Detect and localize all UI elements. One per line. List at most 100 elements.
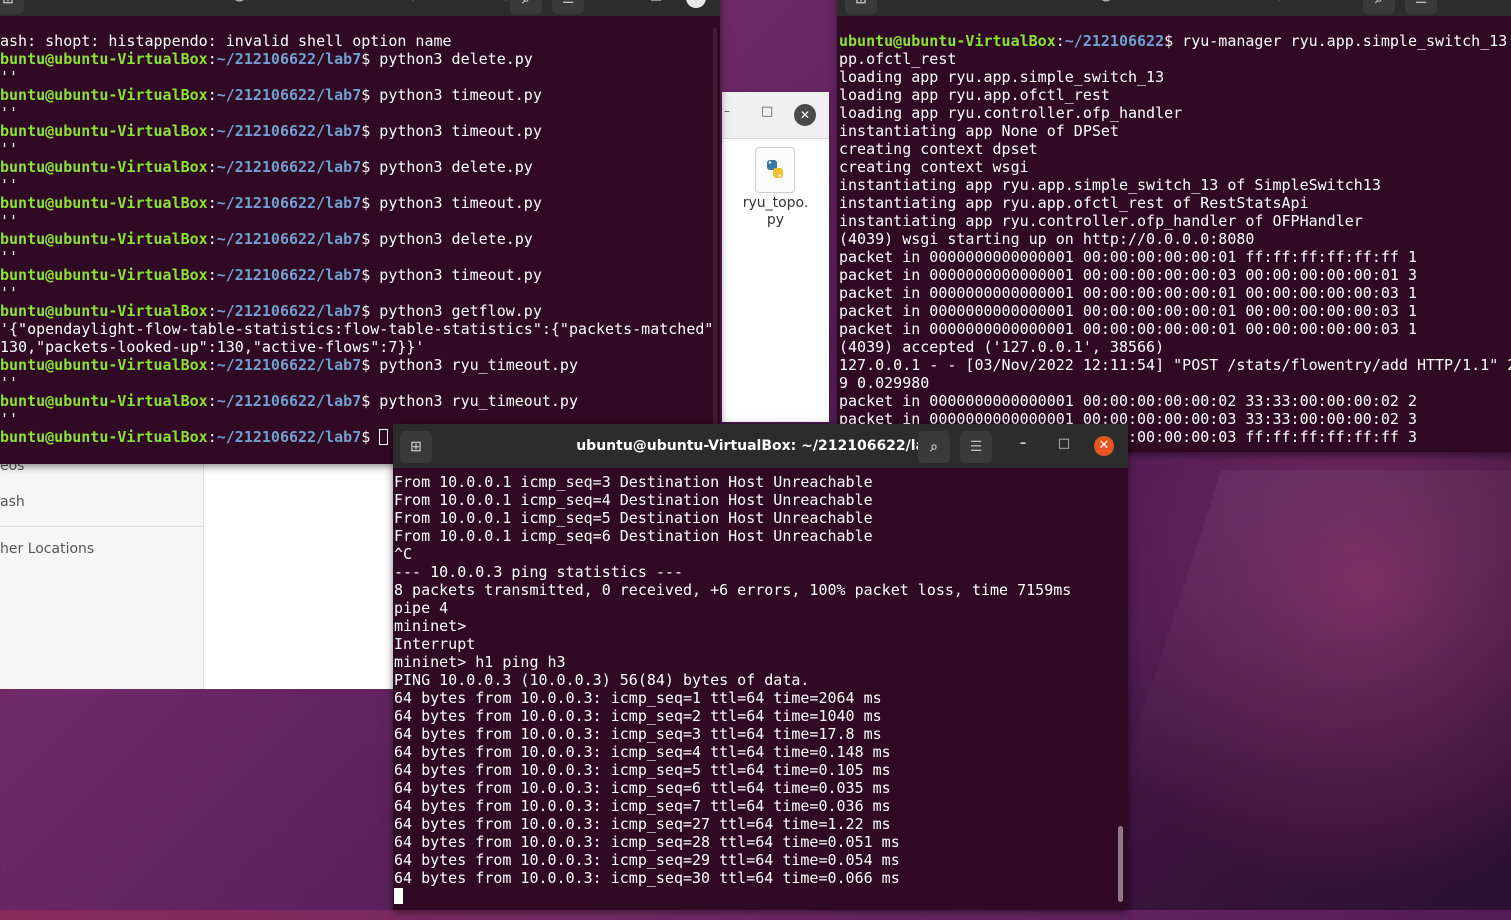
prompt-line: buntu@ubuntu-VirtualBox:~/212106622/lab7… [0,392,720,410]
python-file-icon[interactable] [755,147,795,193]
output-text: instantiating app ryu.app.ofctl_rest of … [839,194,1309,212]
files-sidebar: eos ash her Locations [0,458,204,689]
output-line: mininet> [394,617,467,635]
output-line: ash: shopt: histappendo: invalid shell o… [0,32,720,50]
front-menu-button[interactable]: ☰ [960,431,992,463]
command-text: python3 delete.py [370,158,533,176]
files-window-header: – □ ✕ [722,92,829,139]
prompt-separator: : [207,122,217,140]
output-line: From 10.0.0.1 icmp_seq=5 Destination Hos… [394,509,873,527]
prompt-separator: : [207,230,217,248]
files-window[interactable]: – □ ✕ ryu_topo. py [722,92,829,422]
output-line: --- 10.0.0.3 ping statistics --- [394,563,683,581]
output-line: creating context wsgi [839,158,1511,176]
output-line: From 10.0.0.1 icmp_seq=3 Destination Hos… [394,473,873,491]
output-text: '' [0,212,19,230]
left-search-button[interactable]: ⌕ [510,0,542,14]
output-line: (4039) wsgi starting up on http://0.0.0.… [839,230,1511,248]
left-scrollbar[interactable] [713,28,717,448]
right-search-button[interactable]: ⌕ [1363,0,1395,14]
right-minimize-button[interactable]: – [1459,0,1479,8]
text-cursor [379,429,389,445]
output-line: packet in 0000000000000001 00:00:00:00:0… [839,320,1511,338]
prompt-path: ~/212106622/lab7 [216,50,362,68]
output-line: 64 bytes from 10.0.0.3: icmp_seq=2 ttl=6… [394,707,882,725]
output-line: 127.0.0.1 - - [03/Nov/2022 12:11:54] "PO… [839,356,1511,374]
front-terminal-output[interactable]: From 10.0.0.1 icmp_seq=3 Destination Hos… [394,473,1128,905]
output-line: pipe 4 [394,599,449,617]
right-new-tab-button[interactable]: ⊞ [845,0,877,14]
left-maximize-button[interactable]: □ [646,0,666,8]
prompt-path: ~/212106622/lab7 [216,230,362,248]
right-menu-button[interactable]: ☰ [1405,0,1437,14]
output-line: instantiating app ryu.app.ofctl_rest of … [839,194,1511,212]
output-line: '' [0,140,720,158]
output-text: packet in 0000000000000001 00:00:00:00:0… [839,320,1417,338]
sidebar-item-other-locations[interactable]: her Locations [0,541,94,557]
front-maximize-button[interactable]: □ [1054,436,1074,456]
output-text: '' [0,374,19,392]
left-minimize-button[interactable]: – [606,0,626,8]
left-menu-button[interactable]: ☰ [552,0,584,14]
output-line: 64 bytes from 10.0.0.3: icmp_seq=29 ttl=… [394,851,900,869]
file-name-line-2: py [766,212,785,228]
right-terminal-output[interactable]: ubuntu@ubuntu-VirtualBox:~/212106622$ ry… [839,32,1511,446]
output-line: mininet> h1 ping h3 [394,653,566,671]
front-search-button[interactable]: ⌕ [918,431,950,463]
front-scrollbar-thumb[interactable] [1118,826,1123,902]
files-close-button[interactable]: ✕ [794,104,816,126]
output-line: From 10.0.0.1 icmp_seq=4 Destination Hos… [394,491,873,509]
output-line: instantiating app None of DPSet [839,122,1511,140]
text-cursor [394,888,403,904]
output-text: packet in 0000000000000001 00:00:00:00:0… [839,302,1417,320]
output-line: 64 bytes from 10.0.0.3: icmp_seq=5 ttl=6… [394,761,891,779]
output-line: 64 bytes from 10.0.0.3: icmp_seq=3 ttl=6… [394,725,882,743]
prompt-user: buntu@ubuntu-VirtualBox [0,50,208,68]
output-line: '' [0,68,720,86]
prompt-user: buntu@ubuntu-VirtualBox [0,158,208,176]
cursor-line [394,887,1128,905]
command-text: python3 timeout.py [370,194,542,212]
left-terminal-window[interactable]: ⊞ ubuntu@ubuntu-VirtualBox: ~/212106622/… [0,0,720,464]
prompt-separator: : [207,302,217,320]
output-text: instantiating app None of DPSet [839,122,1119,140]
left-terminal-output[interactable]: ash: shopt: histappendo: invalid shell o… [0,32,720,446]
front-terminal-window[interactable]: ⊞ ubuntu@ubuntu-VirtualBox: ~/212106622/… [393,424,1128,910]
file-name-label[interactable]: ryu_topo. py [722,195,829,229]
prompt-separator: : [207,356,217,374]
output-text: 130,"packets-looked-up":130,"active-flow… [0,338,425,356]
prompt-path: ~/212106622/lab7 [216,302,362,320]
command-text: python3 timeout.py [370,122,542,140]
output-text: '' [0,410,19,428]
files-maximize-button[interactable]: □ [761,104,773,119]
prompt-user: buntu@ubuntu-VirtualBox [0,86,208,104]
right-terminal-window[interactable]: ⊞ ubuntu@ubuntu-VirtualBox: ~/212106622 … [837,0,1511,452]
prompt-user: buntu@ubuntu-VirtualBox [0,266,208,284]
front-close-button[interactable]: ✕ [1094,436,1114,456]
output-text: '' [0,68,19,86]
output-line: creating context dpset [839,140,1511,158]
prompt-path: ~/212106622/lab7 [216,122,362,140]
files-sidebar-window: eos ash her Locations [0,458,393,689]
prompt-dollar: $ [361,86,371,104]
output-line: PING 10.0.0.3 (10.0.0.3) 56(84) bytes of… [394,671,810,689]
prompt-separator: : [207,50,217,68]
output-text: 127.0.0.1 - - [03/Nov/2022 12:11:54] "PO… [839,356,1511,374]
output-line: '{"opendaylight-flow-table-statistics:fl… [0,320,720,338]
output-text: packet in 0000000000000001 00:00:00:00:0… [839,248,1417,266]
front-minimize-button[interactable]: – [1013,436,1033,456]
output-line: packet in 0000000000000001 00:00:00:00:0… [839,284,1511,302]
output-line: loading app ryu.app.simple_switch_13 [839,68,1511,86]
output-line: packet in 0000000000000001 00:00:00:00:0… [839,392,1511,410]
prompt-dollar: $ [361,356,371,374]
prompt-dollar: $ [361,50,371,68]
sidebar-item-trash[interactable]: ash [0,494,25,510]
prompt-line: buntu@ubuntu-VirtualBox:~/212106622/lab7… [0,86,720,104]
output-line: 64 bytes from 10.0.0.3: icmp_seq=27 ttl=… [394,815,891,833]
files-minimize-button[interactable]: – [724,104,730,118]
prompt-line: buntu@ubuntu-VirtualBox:~/212106622/lab7… [0,266,720,284]
output-text: instantiating app ryu.controller.ofp_han… [839,212,1363,230]
output-line: 64 bytes from 10.0.0.3: icmp_seq=6 ttl=6… [394,779,891,797]
output-line: 9 0.029980 [839,374,1511,392]
output-line: packet in 0000000000000001 00:00:00:00:0… [839,302,1511,320]
